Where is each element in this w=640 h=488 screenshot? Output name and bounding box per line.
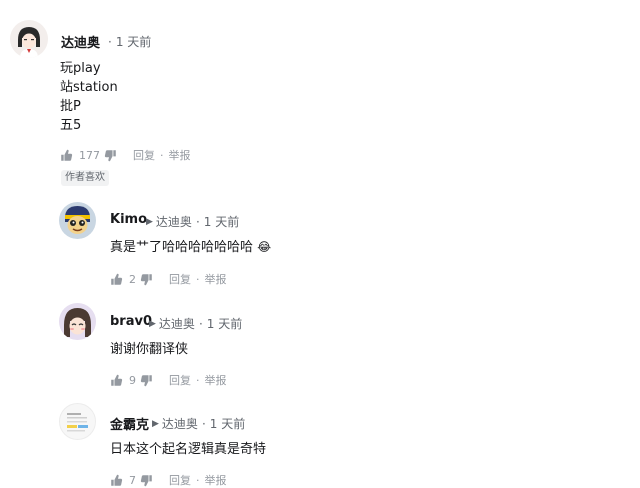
comment-line-1: 玩play: [60, 61, 101, 76]
reply-button[interactable]: 回复: [169, 372, 191, 388]
report-button[interactable]: 举报: [205, 472, 227, 488]
thumb-down-icon[interactable]: [140, 273, 153, 286]
thumb-down-icon[interactable]: [140, 374, 153, 387]
username[interactable]: 金霸克: [110, 414, 149, 433]
separator: ·: [195, 214, 200, 229]
reply-button[interactable]: 回复: [169, 472, 191, 488]
avatar[interactable]: [59, 403, 96, 440]
username[interactable]: brav0: [110, 314, 152, 329]
reply-button[interactable]: 回复: [133, 147, 155, 163]
play-triangle-icon: ▶: [146, 216, 153, 227]
reply-actions: 2 回复 · 举报: [110, 271, 227, 287]
thumb-up-icon[interactable]: [110, 474, 123, 487]
comment-line-4: 五5: [60, 118, 82, 133]
separator: ·: [201, 416, 206, 431]
comment-line-3: 批P: [60, 99, 81, 114]
avatar[interactable]: [59, 202, 96, 239]
reply-actions: 9 回复 · 举报: [110, 372, 227, 388]
reply-to-username[interactable]: 达迪奥: [162, 415, 198, 432]
timestamp: 1 天前: [203, 215, 240, 229]
comment-line-2: 站station: [60, 80, 118, 95]
laughing-emoji-icon: 😂: [257, 240, 272, 254]
reply-text: 日本这个起名逻辑真是奇特: [110, 442, 267, 457]
report-button[interactable]: 举报: [205, 372, 227, 388]
thumb-down-icon[interactable]: [104, 149, 117, 162]
play-triangle-icon: ▶: [152, 418, 159, 429]
reply-meta: ▶ 达迪奥 · 1 天前: [146, 213, 239, 230]
reply-button[interactable]: 回复: [169, 271, 191, 287]
reply-text: 谢谢你翻译侠: [110, 342, 189, 357]
like-count: 7: [129, 473, 136, 487]
reply-to-username[interactable]: 达迪奥: [156, 213, 192, 230]
timestamp: 1 天前: [209, 417, 246, 431]
like-count: 2: [129, 272, 136, 286]
play-triangle-icon: ▶: [149, 318, 156, 329]
thumb-down-icon[interactable]: [140, 474, 153, 487]
thumb-up-icon[interactable]: [110, 273, 123, 286]
separator: ·: [196, 373, 200, 387]
like-count: 177: [79, 148, 100, 162]
report-button[interactable]: 举报: [205, 271, 227, 287]
thumb-up-icon[interactable]: [110, 374, 123, 387]
author-liked-badge: 作者喜欢: [61, 170, 109, 186]
separator: ·: [196, 473, 200, 487]
thumb-up-icon[interactable]: [60, 149, 73, 162]
username[interactable]: 达迪奥: [61, 32, 100, 51]
separator: ·: [160, 148, 164, 162]
reply-actions: 7 回复 · 举报: [110, 472, 227, 488]
report-button[interactable]: 举报: [169, 147, 191, 163]
avatar-image: [59, 303, 96, 340]
timestamp: 1 天前: [206, 317, 243, 331]
reply-to-username[interactable]: 达迪奥: [159, 315, 195, 332]
avatar-image: [10, 20, 48, 58]
separator: ·: [108, 34, 112, 49]
separator: ·: [198, 316, 203, 331]
like-count: 9: [129, 373, 136, 387]
reply-text-content: 真是艹了哈哈哈哈哈哈哈: [110, 240, 254, 255]
comment-meta: · 1 天前: [104, 33, 151, 50]
comment-actions: 177 回复 · 举报: [60, 147, 191, 163]
avatar-image: [59, 202, 96, 239]
reply-text: 真是艹了哈哈哈哈哈哈哈 😂: [110, 238, 271, 257]
avatar[interactable]: [59, 303, 96, 340]
separator: ·: [196, 272, 200, 286]
username[interactable]: Kimo: [110, 212, 147, 227]
reply-meta: ▶ 达迪奥 · 1 天前: [149, 315, 242, 332]
avatar[interactable]: [10, 20, 48, 58]
timestamp: 1 天前: [115, 35, 152, 49]
avatar-image: [60, 404, 95, 439]
reply-meta: ▶ 达迪奥 · 1 天前: [152, 415, 245, 432]
